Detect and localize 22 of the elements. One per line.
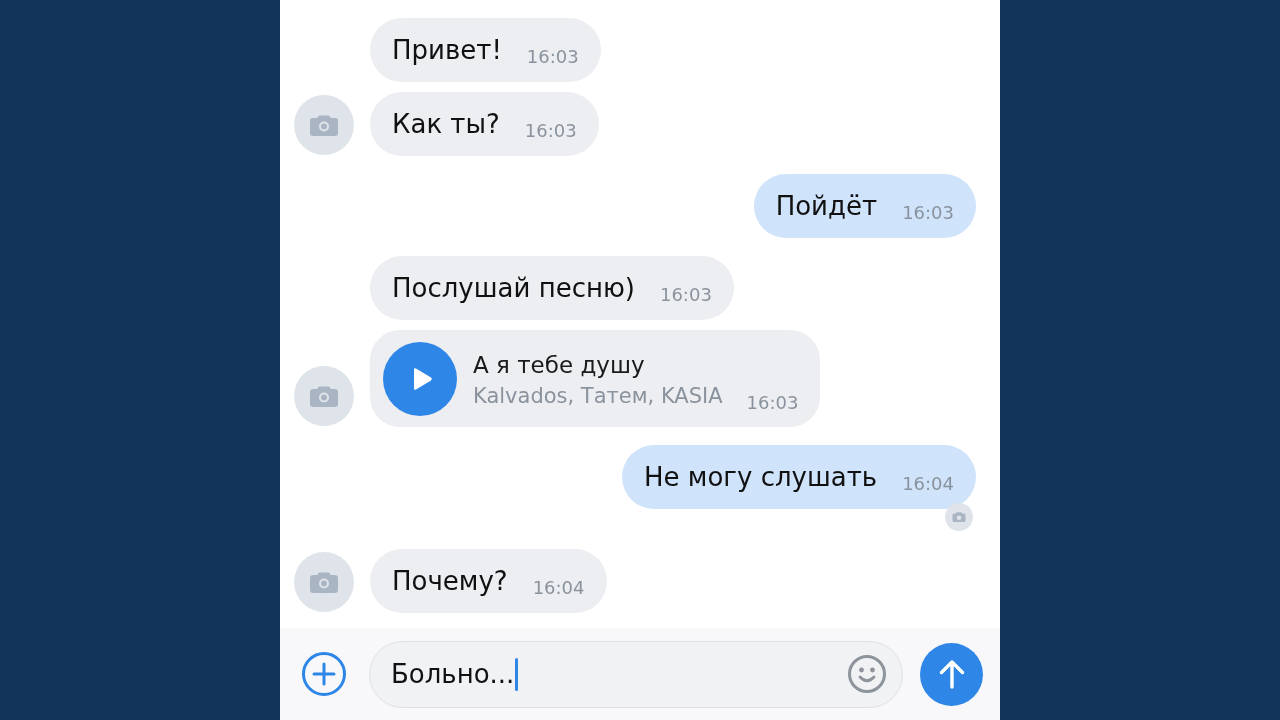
message-text: Как ты? [392,108,500,140]
message-text: Почему? [392,565,508,597]
message-text: Послушай песню) [392,272,635,304]
smiley-icon [848,655,886,693]
message-time: 16:04 [532,577,585,599]
play-icon [411,366,433,391]
message-time: 16:03 [659,284,712,306]
message-text: Привет! [392,34,502,66]
message-text: Не могу слушать [644,461,878,493]
message-time: 16:03 [746,391,799,414]
message-time: 16:03 [526,46,579,68]
plus-circle-icon [302,652,346,696]
song-title: А я тебе душу [473,350,646,379]
message-input-field[interactable]: Больно... [369,640,903,708]
message-time: 16:03 [524,120,577,142]
emoji-button[interactable] [848,655,886,693]
arrow-up-icon [938,659,965,689]
song-artist: Kalvados, Татем, KASIA [473,382,723,409]
add-button[interactable] [302,652,346,696]
message-time: 16:04 [902,473,954,495]
message-time: 16:03 [902,202,954,224]
message-text: Пойдёт [775,190,878,222]
